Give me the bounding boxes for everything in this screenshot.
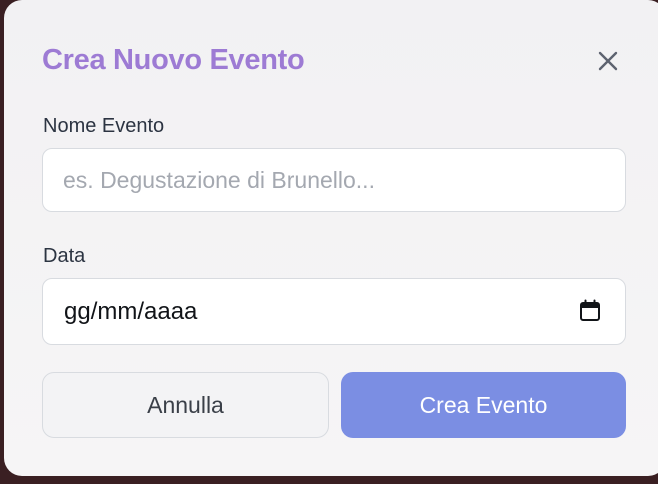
event-name-input[interactable]: [63, 166, 603, 194]
calendar-icon[interactable]: [579, 299, 601, 323]
cancel-button[interactable]: Annulla: [42, 372, 329, 438]
create-event-modal: Crea Nuovo Evento Nome Evento Data gg/mm…: [4, 0, 658, 476]
close-icon[interactable]: [596, 49, 620, 73]
event-name-field[interactable]: [42, 148, 626, 212]
date-value: gg/mm/aaaa: [64, 297, 198, 325]
create-event-button[interactable]: Crea Evento: [341, 372, 626, 438]
date-field[interactable]: gg/mm/aaaa: [42, 278, 626, 345]
modal-title: Crea Nuovo Evento: [42, 44, 305, 76]
date-label: Data: [43, 245, 86, 267]
event-name-label: Nome Evento: [43, 115, 165, 137]
